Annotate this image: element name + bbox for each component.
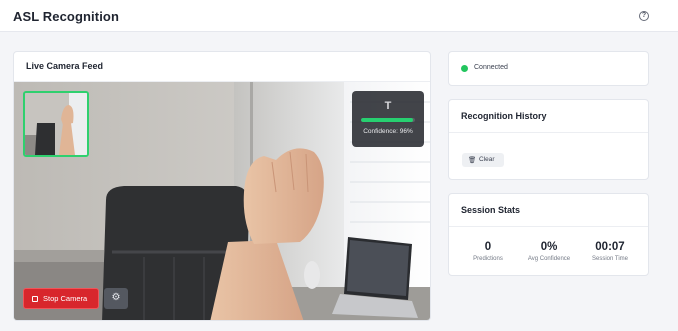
stat-label: Predictions [473,256,503,262]
predicted-letter: T [384,100,392,112]
trash-icon: 🗑 [468,157,477,164]
confidence-bar-fill [361,118,413,122]
clear-history-button[interactable]: 🗑 Clear [462,153,504,167]
camera-card-header: Live Camera Feed [14,52,430,82]
stat-label: Session Time [591,256,628,262]
history-divider [449,132,648,133]
stats-title: Session Stats [461,205,521,215]
history-title: Recognition History [461,111,547,121]
session-stats-card: Session Stats 0 Predictions 0% Avg Confi… [448,193,649,276]
help-circle-icon[interactable]: ? [639,11,649,21]
top-bar: ASL Recognition ? [0,0,678,32]
camera-card: Live Camera Feed T Confidence: 96% Stop … [13,51,431,321]
stats-divider [449,226,648,227]
camera-card-title: Live Camera Feed [26,61,104,71]
stat-predictions: 0 Predictions [458,241,518,262]
connection-status-card: Connected [448,51,649,86]
stat-value: 0 [484,241,492,253]
stop-square-icon [32,296,38,302]
stat-value: 0% [540,241,558,253]
stat-avg-confidence: 0% Avg Confidence [519,241,579,262]
stat-value: 00:07 [595,241,625,253]
stop-camera-button[interactable]: Stop Camera [23,288,99,309]
camera-settings-button[interactable]: ⚙ [104,288,128,309]
settings-icon: ⚙ [111,292,121,303]
preview-thumbnail-image [25,93,87,155]
stat-label: Avg Confidence [527,256,571,262]
prediction-overlay: T Confidence: 96% [352,91,424,147]
preview-thumbnail [23,91,89,157]
status-dot [461,65,468,72]
confidence-bar [361,118,415,122]
stat-session-time: 00:07 Session Time [580,241,640,262]
confidence-label: Confidence: 96% [363,128,413,135]
app-title: ASL Recognition [13,9,119,24]
stop-camera-label: Stop Camera [43,294,88,303]
camera-feed: T Confidence: 96% Stop Camera ⚙ [14,82,430,320]
recognition-history-card: Recognition History 🗑 Clear [448,99,649,180]
clear-label: Clear [479,156,495,163]
status-text: Connected [474,64,508,71]
